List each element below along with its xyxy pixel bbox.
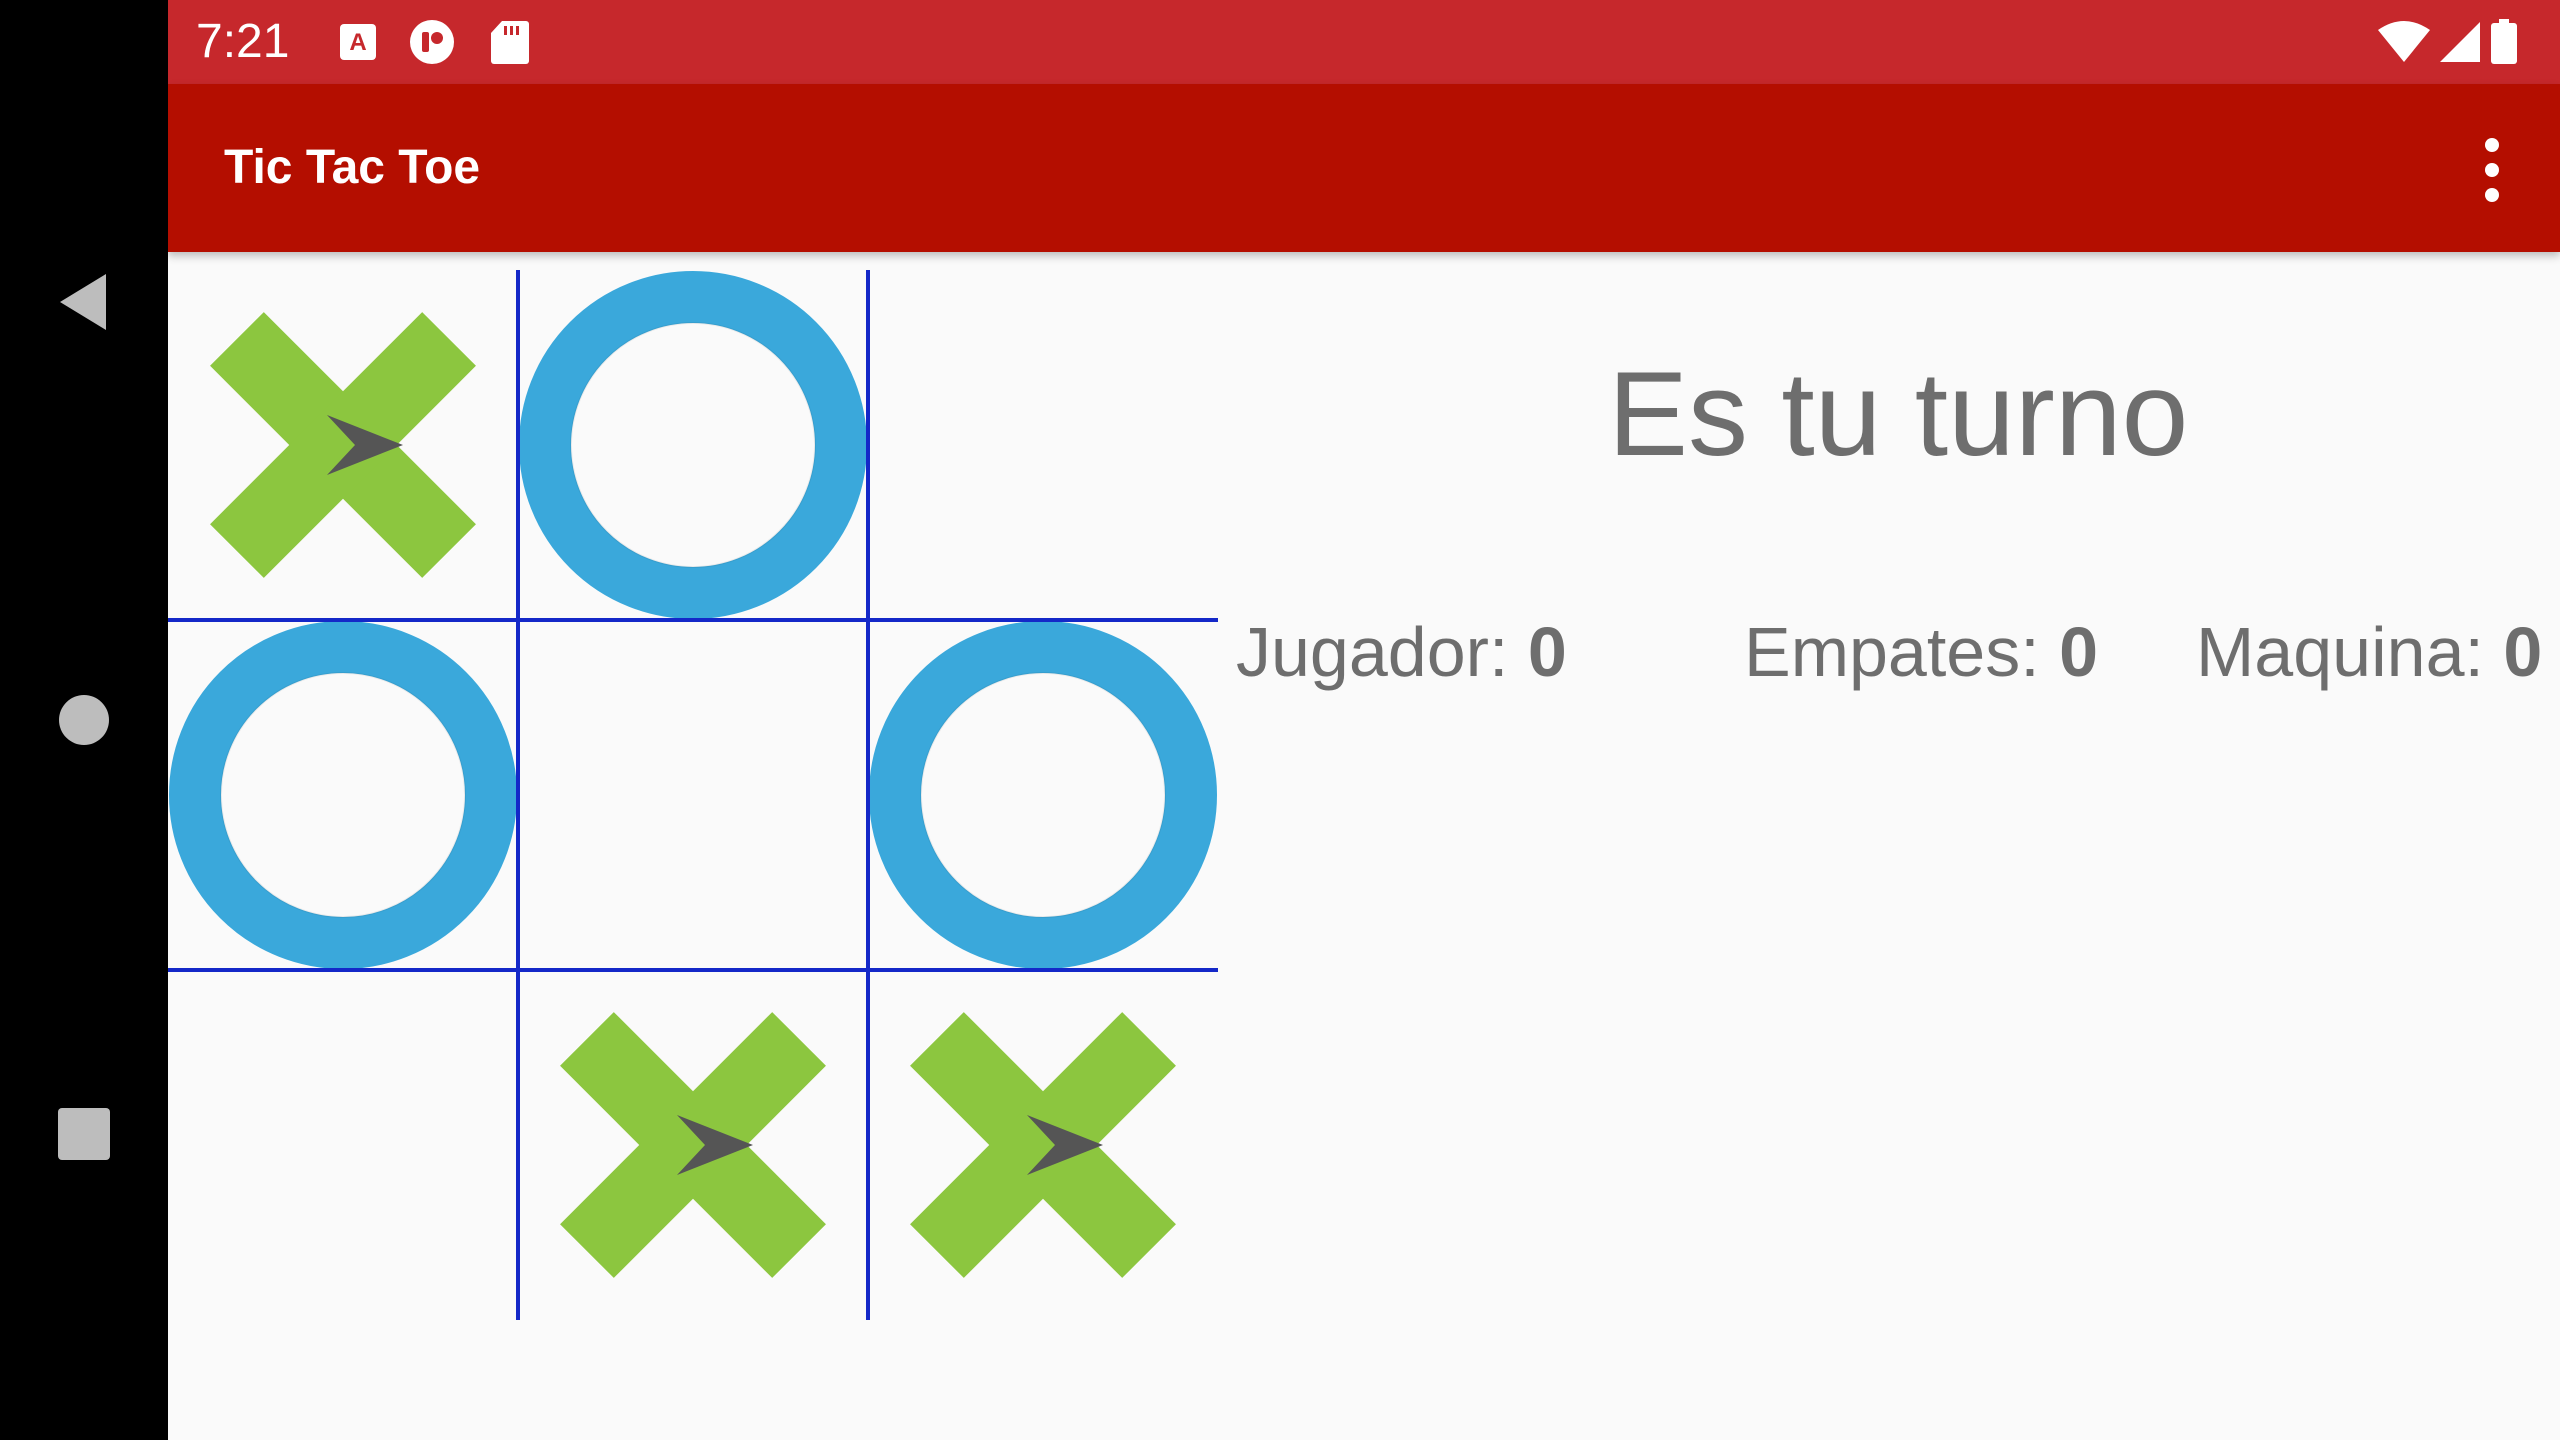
- o-mark-icon: [168, 620, 518, 975]
- grid-line-vertical-2: [866, 270, 870, 1320]
- recents-button[interactable]: [34, 1084, 134, 1184]
- player-score-value: 0: [1527, 613, 1567, 691]
- home-button[interactable]: [34, 670, 134, 770]
- grid-line-vertical-1: [516, 270, 520, 1320]
- back-button[interactable]: [34, 252, 134, 352]
- status-bar: 7:21 A: [168, 0, 2560, 84]
- signal-icon: [2436, 18, 2484, 66]
- back-icon: [60, 274, 106, 330]
- grid-line-horizontal-1: [168, 618, 1218, 622]
- navigation-bar: [0, 0, 168, 1440]
- app-bar: Tic Tac Toe: [168, 84, 2560, 252]
- status-time: 7:21: [196, 15, 290, 68]
- board-cell-1-1[interactable]: [518, 620, 868, 970]
- board-cell-2-1[interactable]: [518, 970, 868, 1320]
- board-cell-2-0[interactable]: [168, 970, 518, 1320]
- x-mark-icon: [518, 970, 868, 1325]
- a-notification-icon: A: [334, 18, 382, 66]
- ties-score-label: Empates:: [1744, 613, 2040, 691]
- board-cell-0-2[interactable]: [868, 270, 1218, 620]
- board-cell-0-0[interactable]: [168, 270, 518, 620]
- player-score: Jugador: 0: [1236, 610, 1567, 694]
- board-cell-2-2[interactable]: [868, 970, 1218, 1320]
- cpu-score-value: 0: [2503, 613, 2543, 691]
- cpu-score: Maquina: 0: [2196, 610, 2542, 694]
- svg-text:A: A: [349, 29, 366, 56]
- app-title: Tic Tac Toe: [224, 141, 481, 194]
- turn-message: Es tu turno: [1608, 347, 2189, 481]
- grid-line-horizontal-2: [168, 968, 1218, 972]
- more-vert-icon: [2485, 138, 2499, 202]
- battery-icon: [2488, 18, 2520, 66]
- player-score-label: Jugador:: [1236, 613, 1509, 691]
- ties-score-value: 0: [2059, 613, 2099, 691]
- game-content: Es tu turno Jugador: 0 Empates: 0 Maquin…: [168, 252, 2560, 1440]
- ties-score: Empates: 0: [1744, 610, 2098, 694]
- tic-tac-toe-board: [168, 270, 1218, 1320]
- opera-icon: [408, 18, 456, 66]
- cpu-score-label: Maquina:: [2196, 613, 2484, 691]
- x-mark-icon: [868, 970, 1218, 1325]
- board-cell-1-0[interactable]: [168, 620, 518, 970]
- wifi-icon: [2376, 18, 2432, 66]
- recents-icon: [58, 1108, 110, 1160]
- home-icon: [59, 695, 109, 745]
- device-screen: 7:21 A Tic Tac Toe Es tu turno Jugador: …: [0, 0, 2560, 1440]
- o-mark-icon: [518, 270, 868, 625]
- o-mark-icon: [868, 620, 1218, 975]
- board-cell-0-1[interactable]: [518, 270, 868, 620]
- sd-card-icon: [486, 18, 534, 66]
- board-cell-1-2[interactable]: [868, 620, 1218, 970]
- x-mark-icon: [168, 270, 518, 625]
- overflow-menu-button[interactable]: [2464, 134, 2520, 206]
